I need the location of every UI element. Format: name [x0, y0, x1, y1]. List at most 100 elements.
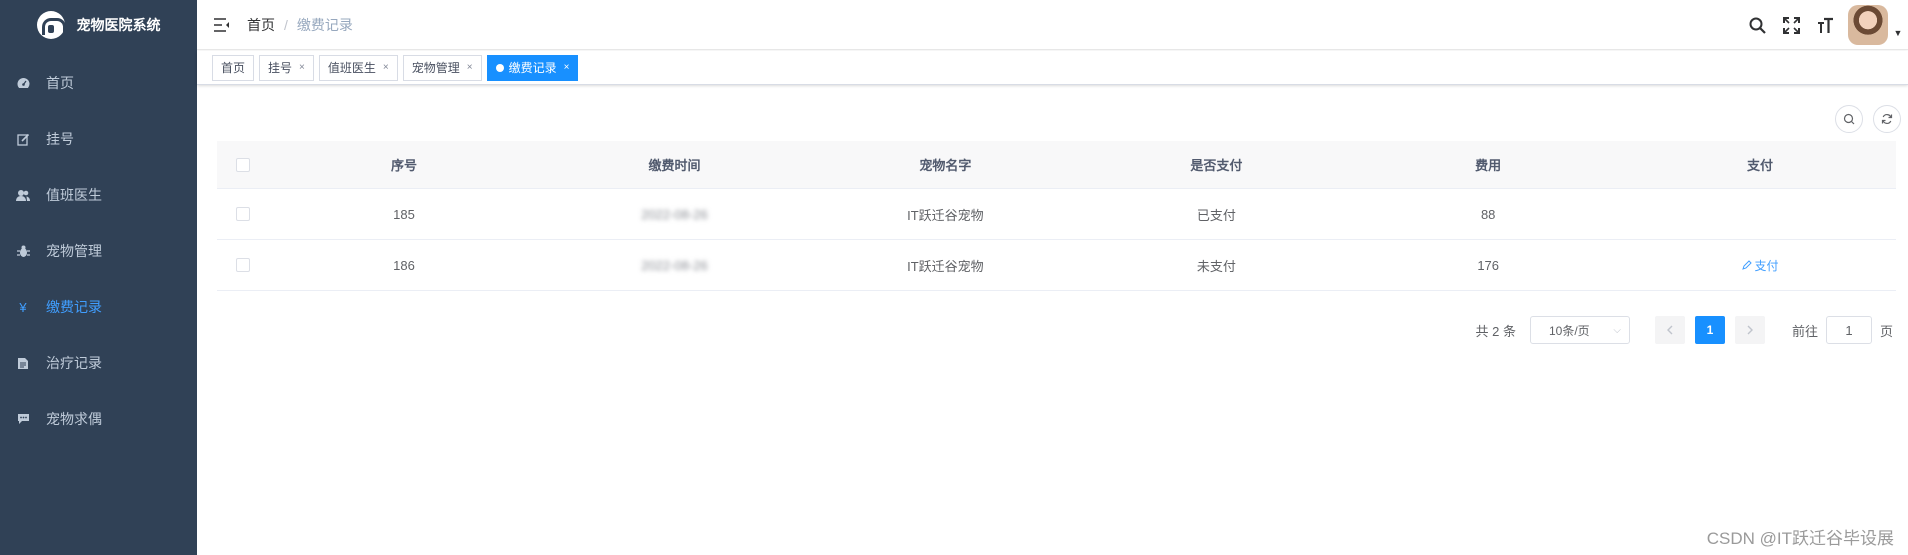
edit-icon	[1741, 260, 1752, 270]
sidebar-item-label: 挂号	[46, 131, 74, 147]
cell-action: 支付	[1624, 257, 1896, 274]
sidebar-item-label: 宠物求偶	[46, 411, 102, 427]
page-jumper: 前往 页	[1792, 316, 1893, 344]
cell-paid-status: 未支付	[1196, 258, 1236, 274]
search-icon	[1843, 113, 1855, 125]
breadcrumb-current: 缴费记录	[296, 16, 353, 33]
cell-paid-status: 已支付	[1196, 207, 1236, 223]
cell-pet-name: IT跃迁谷宠物	[907, 207, 984, 223]
sidebar-item-registration[interactable]: 挂号	[0, 111, 197, 167]
sidebar-item-treatments[interactable]: 治疗记录	[0, 335, 197, 391]
table-header: 序号 缴费时间 宠物名字 是否支付 费用 支付	[217, 141, 1896, 189]
active-dot-icon	[495, 63, 504, 72]
sidebar-item-label: 缴费记录	[46, 299, 102, 315]
documentation-icon	[16, 357, 30, 370]
search-button[interactable]	[1740, 0, 1774, 50]
goto-label: 前往	[1791, 323, 1818, 339]
sidebar-item-payments[interactable]: ¥ 缴费记录	[0, 279, 197, 335]
row-checkbox[interactable]	[236, 207, 251, 221]
table-row: 185 2022-08-26 IT跃迁谷宠物 已支付 88	[217, 189, 1896, 240]
prev-page-button[interactable]	[1654, 316, 1685, 344]
sidebar-item-doctors[interactable]: 值班医生	[0, 167, 197, 223]
search-icon	[1749, 17, 1766, 34]
tag-label: 值班医生	[327, 60, 376, 75]
chevron-right-icon	[1747, 325, 1753, 335]
pagination-total: 共 2 条	[1475, 323, 1516, 339]
column-header: 缴费时间	[648, 158, 701, 173]
breadcrumb: 首页 / 缴费记录	[247, 15, 353, 35]
close-icon[interactable]: ×	[564, 56, 570, 80]
cell-time: 2022-08-26	[641, 206, 708, 222]
menu-fold-icon	[214, 17, 229, 32]
tags-view: 首页 挂号 × 值班医生 × 宠物管理 × 缴费记录 ×	[197, 51, 1908, 85]
row-checkbox[interactable]	[236, 258, 251, 272]
app-title: 宠物医院系统	[76, 17, 161, 33]
select-all-cell	[217, 157, 270, 172]
column-header: 序号	[391, 158, 418, 173]
page-size-select[interactable]: 10条/页 ⌵	[1529, 316, 1630, 344]
navbar-right: ▼	[1740, 0, 1908, 50]
cell-fee: 176	[1477, 257, 1500, 273]
refresh-icon	[1881, 113, 1893, 125]
tag-label: 宠物管理	[411, 60, 460, 75]
column-header: 宠物名字	[919, 158, 972, 173]
navbar: 首页 / 缴费记录 ▼	[197, 0, 1908, 50]
dashboard-icon	[16, 77, 30, 89]
sidebar-item-label: 值班医生	[46, 187, 102, 203]
avatar[interactable]	[1848, 5, 1888, 45]
logo-icon	[36, 11, 66, 39]
fullscreen-button[interactable]	[1774, 0, 1808, 50]
breadcrumb-home[interactable]: 首页	[247, 15, 275, 35]
row-select-cell	[217, 207, 270, 221]
column-header: 支付	[1747, 158, 1774, 173]
tag-doctors[interactable]: 值班医生 ×	[318, 54, 398, 81]
sidebar: 宠物医院系统 首页 挂号 值班医生 宠物管理 ¥ 缴费记录 治疗记录 宠物求偶	[0, 0, 197, 555]
size-select-button[interactable]	[1808, 0, 1842, 50]
refresh-button[interactable]	[1873, 105, 1901, 133]
goto-page-input[interactable]	[1825, 316, 1872, 344]
peoples-icon	[16, 189, 30, 202]
toggle-search-button[interactable]	[1835, 105, 1863, 133]
close-icon[interactable]: ×	[383, 56, 389, 80]
table-row: 186 2022-08-26 IT跃迁谷宠物 未支付 176 支付	[217, 240, 1896, 291]
sidebar-item-pet-mating[interactable]: 宠物求偶	[0, 391, 197, 447]
tag-pets[interactable]: 宠物管理 ×	[402, 54, 482, 81]
select-all-checkbox[interactable]	[236, 157, 251, 172]
sidebar-item-label: 宠物管理	[46, 243, 102, 259]
column-header: 是否支付	[1190, 158, 1243, 173]
chevron-down-icon[interactable]: ▼	[1888, 0, 1908, 50]
message-icon	[16, 413, 30, 425]
yen-icon: ¥	[19, 299, 27, 315]
page-size-value: 10条/页	[1548, 323, 1590, 338]
fullscreen-icon	[1782, 16, 1800, 34]
payment-table: 序号 缴费时间 宠物名字 是否支付 费用 支付 185 2022-08-26 I…	[217, 141, 1896, 291]
pay-button[interactable]: 支付	[1741, 257, 1779, 274]
tag-label: 缴费记录	[508, 60, 557, 75]
sidebar-item-label: 首页	[46, 75, 74, 91]
column-header: 费用	[1475, 158, 1502, 173]
tag-payments[interactable]: 缴费记录 ×	[486, 54, 579, 81]
cell-id: 186	[393, 257, 415, 273]
page-number-button[interactable]: 1	[1694, 316, 1725, 344]
tag-label: 首页	[221, 60, 246, 75]
cell-time: 2022-08-26	[641, 257, 708, 273]
sidebar-menu: 首页 挂号 值班医生 宠物管理 ¥ 缴费记录 治疗记录 宠物求偶	[0, 55, 197, 447]
sidebar-item-pets[interactable]: 宠物管理	[0, 223, 197, 279]
edit-icon	[16, 133, 30, 146]
next-page-button[interactable]	[1734, 316, 1765, 344]
tag-registration[interactable]: 挂号 ×	[259, 54, 314, 81]
tag-label: 挂号	[268, 60, 293, 75]
logo[interactable]: 宠物医院系统	[0, 0, 197, 50]
bug-icon	[16, 245, 30, 258]
tag-home[interactable]: 首页	[212, 54, 255, 81]
text-size-icon	[1817, 17, 1833, 33]
close-icon[interactable]: ×	[467, 56, 473, 80]
hamburger-button[interactable]	[197, 0, 247, 50]
close-icon[interactable]: ×	[299, 56, 305, 80]
cell-fee: 88	[1480, 206, 1496, 222]
pagination: 共 2 条 10条/页 ⌵ 1 前往 页	[1475, 316, 1893, 344]
chevron-left-icon	[1666, 325, 1673, 335]
watermark: CSDN @IT跃迁谷毕设展	[1706, 529, 1894, 548]
sidebar-item-home[interactable]: 首页	[0, 55, 197, 111]
chevron-down-icon: ⌵	[1613, 324, 1621, 336]
